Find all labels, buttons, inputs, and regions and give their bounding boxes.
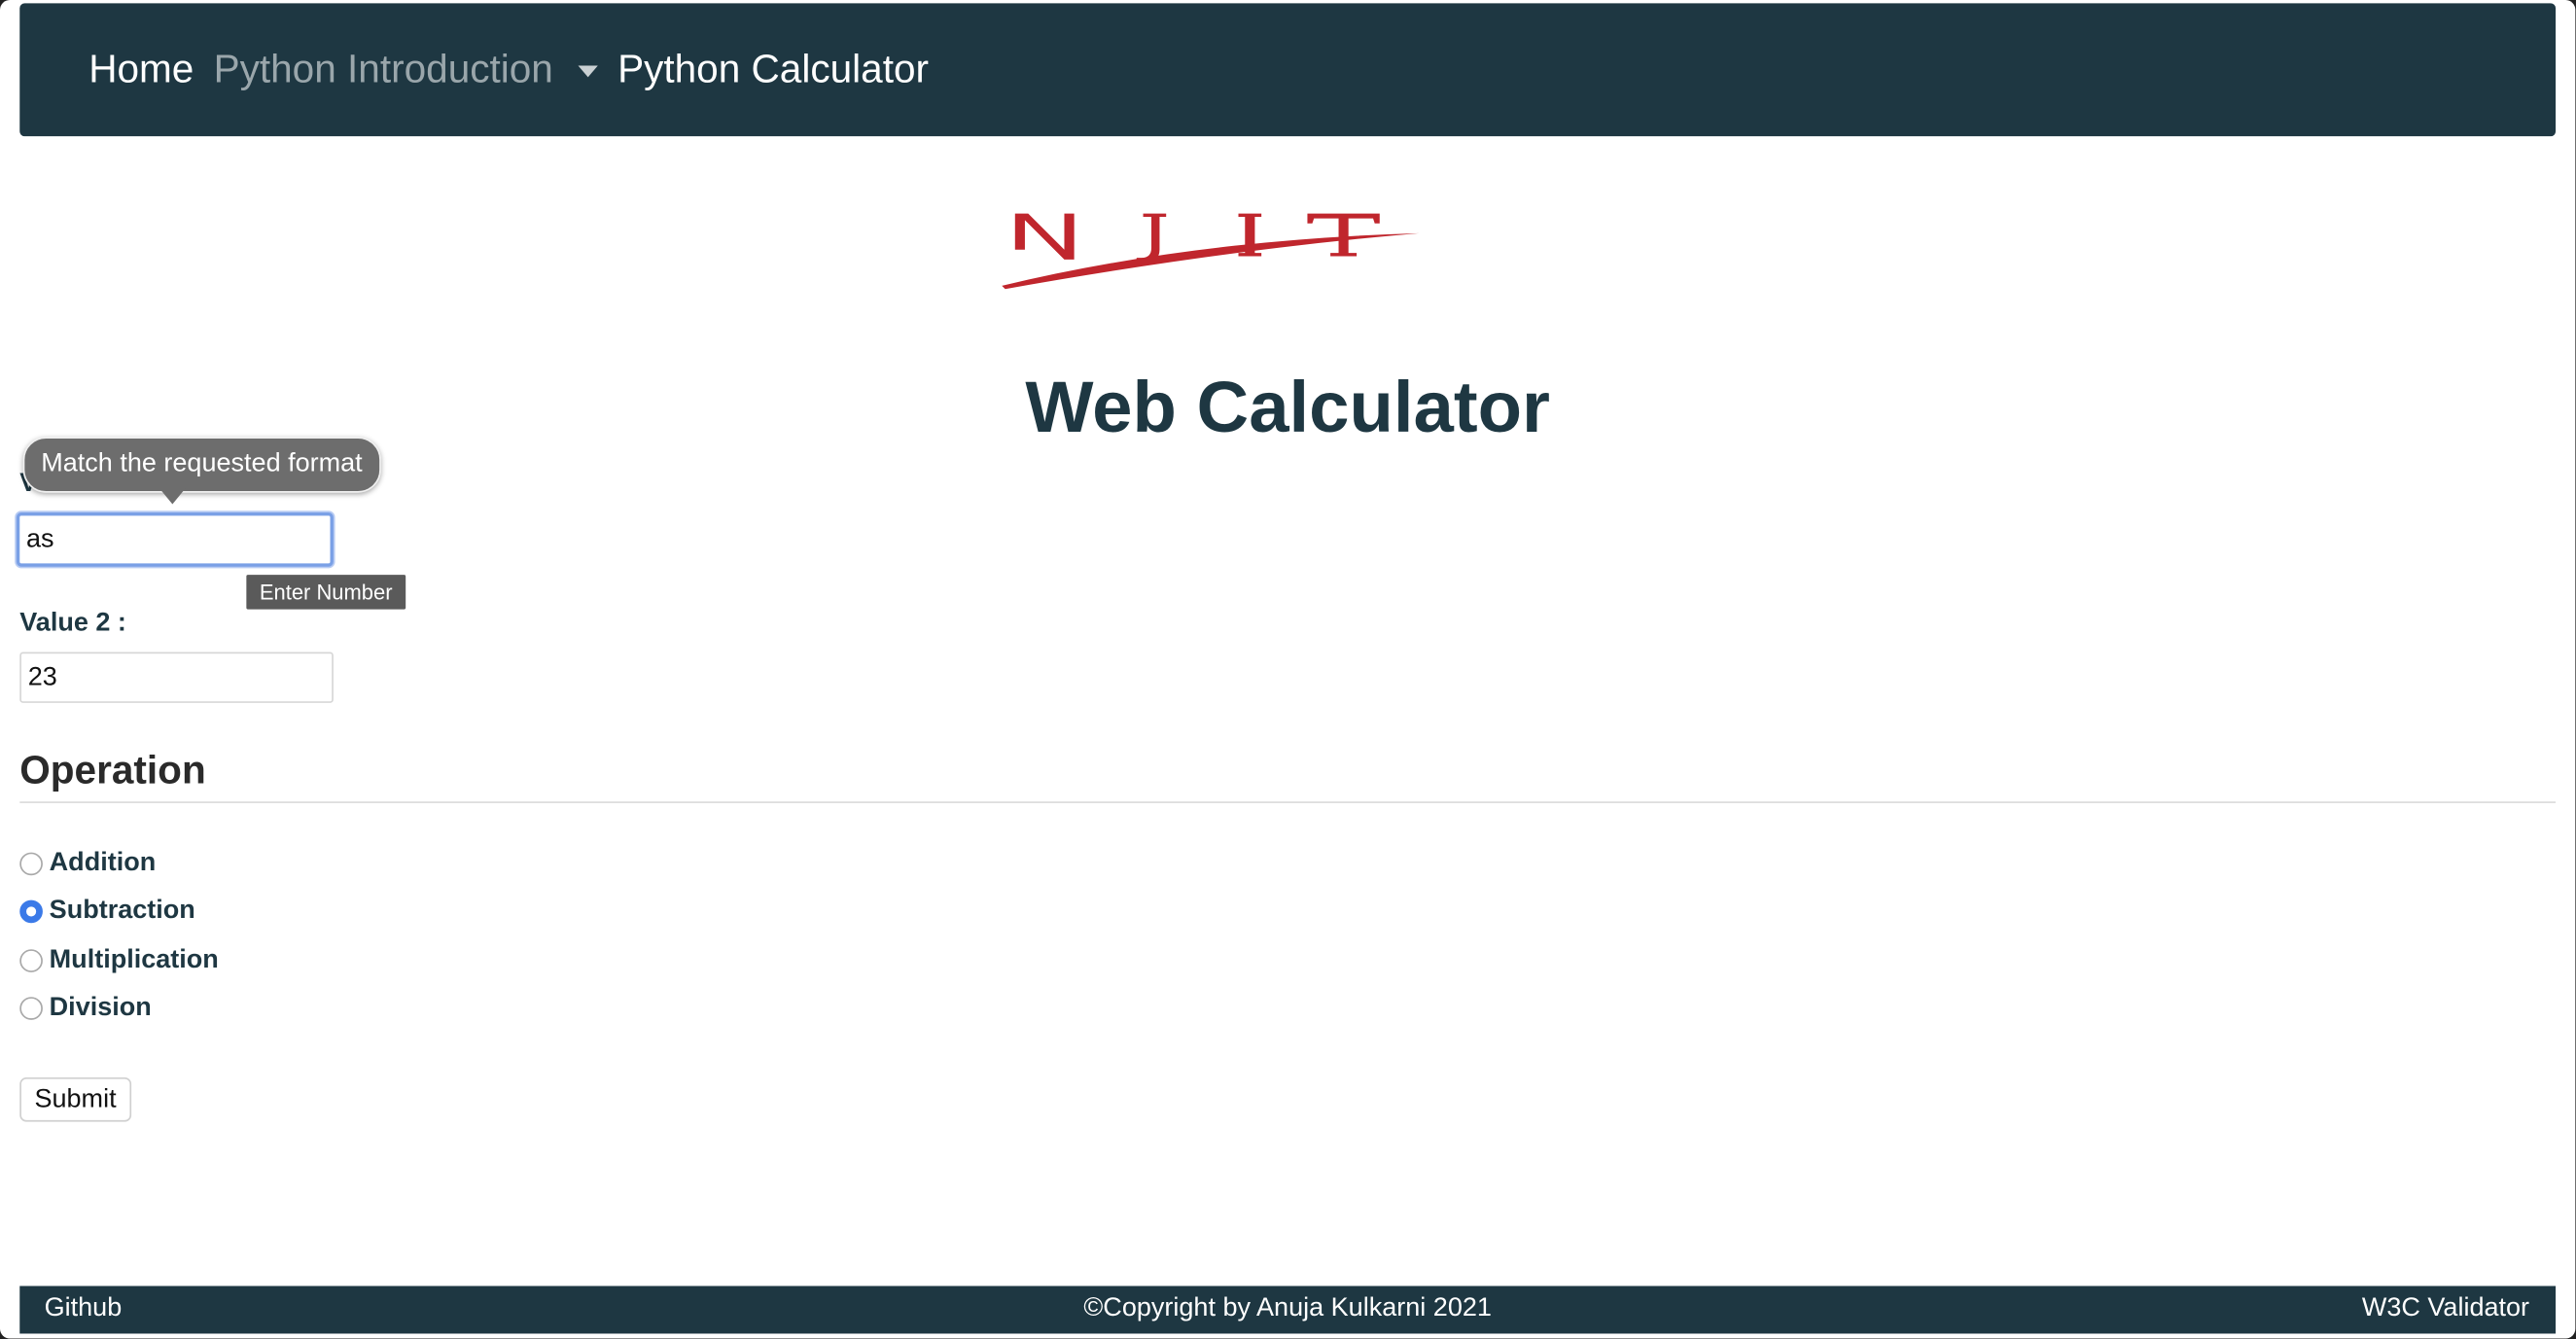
nav-python-introduction-dropdown[interactable]: Python Introduction	[214, 48, 553, 93]
njit-logo-graphic	[1002, 213, 1420, 290]
navbar: Home Python Introduction Python Calculat…	[19, 3, 2557, 137]
validation-bubble-arrow	[158, 485, 188, 505]
radio-label-addition[interactable]: Addition	[50, 848, 157, 881]
footer-w3c-validator-link[interactable]: W3C Validator	[2362, 1292, 2529, 1325]
radio-division[interactable]	[19, 997, 43, 1020]
radio-addition[interactable]	[19, 852, 43, 876]
nav-python-calculator-link[interactable]: Python Calculator	[618, 48, 929, 93]
operation-heading: Operation	[19, 749, 206, 793]
validation-message-bubble: Match the requested format	[22, 437, 381, 493]
value2-input[interactable]	[19, 652, 334, 703]
section-divider	[19, 801, 2557, 803]
nav-home-link[interactable]: Home	[88, 48, 194, 93]
page: Home Python Introduction Python Calculat…	[0, 0, 2576, 1339]
enter-number-tooltip: Enter Number	[246, 575, 406, 610]
footer-copyright: ©Copyright by Anuja Kulkarni 2021	[1083, 1293, 1492, 1322]
footer-github-link[interactable]: Github	[45, 1292, 123, 1325]
page-title: Web Calculator	[1025, 368, 1550, 449]
radio-label-division[interactable]: Division	[50, 992, 152, 1025]
value2-label: Value 2 :	[19, 609, 126, 638]
caret-down-icon[interactable]	[578, 65, 598, 78]
radio-label-multiplication[interactable]: Multiplication	[50, 944, 219, 977]
value1-input[interactable]	[16, 511, 334, 567]
footer: ©Copyright by Anuja Kulkarni 2021 Github…	[19, 1286, 2557, 1334]
submit-button[interactable]: Submit	[19, 1076, 131, 1122]
njit-logo	[996, 200, 1499, 299]
radio-subtraction[interactable]	[19, 899, 43, 924]
radio-multiplication[interactable]	[19, 949, 43, 972]
radio-label-subtraction[interactable]: Subtraction	[50, 896, 195, 929]
